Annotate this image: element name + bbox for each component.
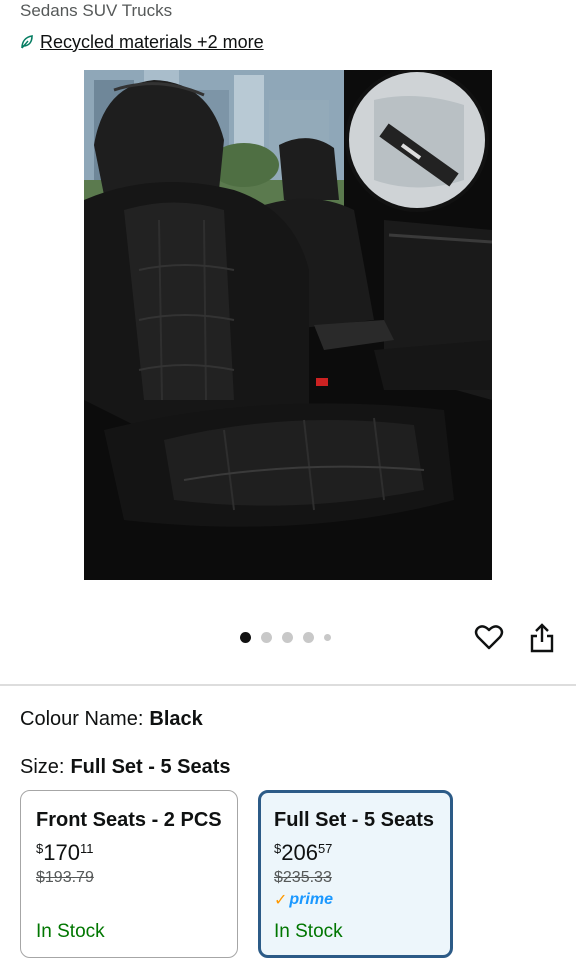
size-row: Size: Full Set - 5 Seats — [20, 754, 231, 780]
share-button[interactable] — [528, 622, 556, 654]
carousel-dot[interactable] — [324, 634, 331, 641]
list-price: $235.33 — [274, 869, 332, 886]
size-option-front-seats[interactable]: Front Seats - 2 PCS $170 11 $193.79 In St… — [20, 790, 238, 958]
prime-check-icon: ✓ — [274, 892, 288, 909]
size-option-title: Front Seats - 2 PCS — [36, 809, 222, 831]
size-label: Size: — [20, 756, 65, 778]
availability-text: In Stock — [36, 921, 105, 942]
product-image[interactable] — [84, 70, 492, 580]
size-option-title: Full Set - 5 Seats — [274, 809, 435, 831]
section-divider — [0, 684, 576, 686]
size-option-full-set[interactable]: Full Set - 5 Seats $206 57 $235.33 ✓ prime… — [258, 790, 453, 958]
size-value: Full Set - 5 Seats — [70, 756, 231, 778]
carousel-dot[interactable] — [303, 632, 314, 643]
car-seat-image — [84, 70, 492, 580]
colour-row: Colour Name: Black — [20, 706, 203, 732]
colour-value: Black — [149, 708, 203, 730]
carousel-dots[interactable] — [240, 632, 331, 643]
sustainability-row[interactable]: Recycled materials +2 more — [20, 30, 264, 54]
share-icon — [530, 623, 554, 653]
carousel-dot[interactable] — [261, 632, 272, 643]
leaf-icon — [21, 35, 33, 49]
carousel-dot[interactable] — [282, 632, 293, 643]
list-price: $193.79 — [36, 869, 94, 886]
prime-badge: ✓ prime — [274, 891, 333, 909]
option-price: $206 57 — [274, 840, 333, 865]
heart-icon — [474, 625, 504, 650]
carousel-dot[interactable] — [240, 632, 251, 643]
wishlist-button[interactable] — [474, 622, 504, 652]
sustainability-link[interactable]: Recycled materials +2 more — [40, 32, 264, 53]
colour-label: Colour Name: — [20, 708, 144, 730]
availability-text: In Stock — [274, 921, 343, 942]
option-price: $170 11 — [36, 840, 94, 865]
vehicle-types-text: Sedans SUV Trucks — [20, 1, 173, 20]
